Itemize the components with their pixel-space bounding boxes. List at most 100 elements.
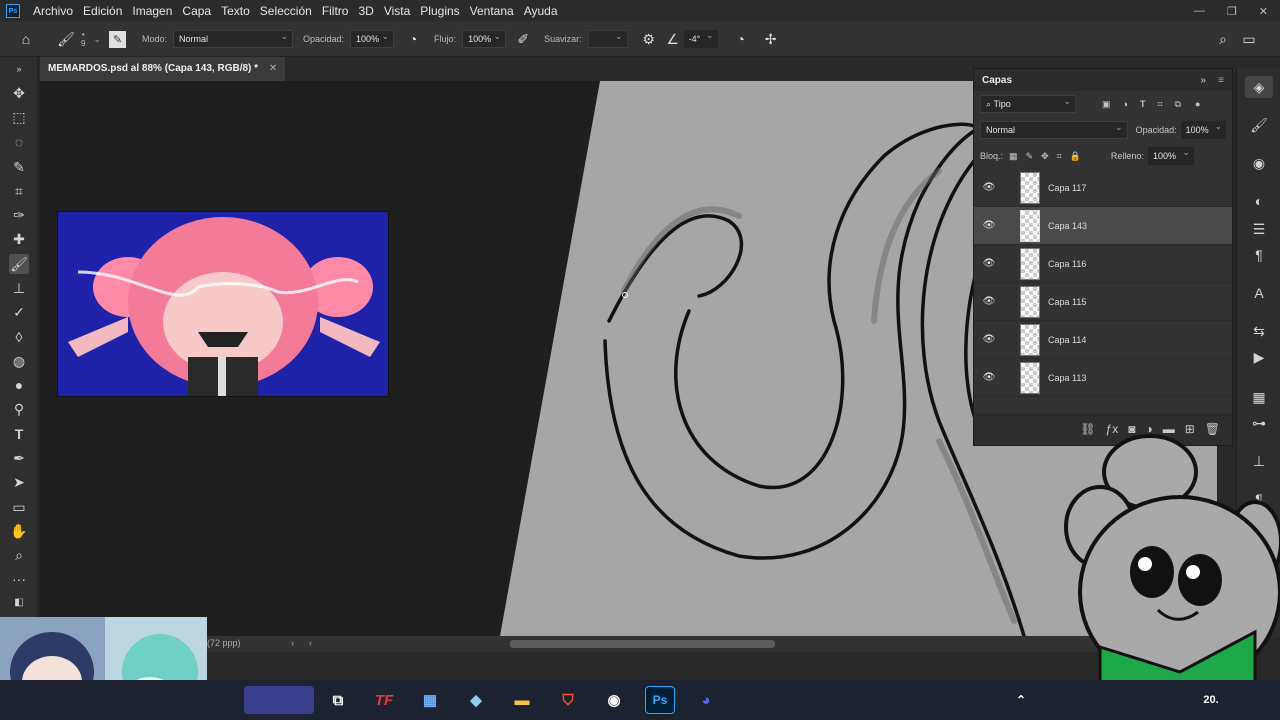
healing-icon[interactable]: ✚ — [9, 229, 29, 249]
eye-icon[interactable]: 👁 — [982, 220, 996, 231]
home-icon[interactable]: ⌂ — [15, 28, 37, 50]
eyedropper-icon[interactable]: ✑ — [9, 205, 29, 225]
close-tab-icon[interactable]: ✕ — [269, 63, 277, 74]
app-tile-icon[interactable]: ◆ — [461, 686, 491, 714]
more-icon[interactable]: ··· — [9, 569, 29, 589]
airbrush-icon[interactable]: ✐ — [512, 28, 534, 50]
restore-icon[interactable]: ❐ — [1227, 5, 1237, 18]
properties-panel-icon[interactable]: ☰ — [1245, 218, 1273, 240]
layer-row[interactable]: 👁 Capa 113 — [974, 359, 1232, 397]
search-icon[interactable]: ⌕ — [1212, 28, 1234, 50]
layers-panel-icon[interactable]: ◈ — [1245, 76, 1273, 98]
channels-panel-icon[interactable]: ⊶ — [1245, 412, 1273, 434]
play-icon[interactable]: ▶ — [1245, 346, 1273, 368]
fill-input[interactable]: 100% — [1147, 147, 1194, 165]
task-view-icon[interactable]: ⧉ — [323, 686, 353, 714]
obs-icon[interactable]: ◉ — [599, 686, 629, 714]
lock-transparent-icon[interactable]: ▦ — [1009, 151, 1018, 162]
expand-icon[interactable]: » — [9, 59, 29, 79]
menu-3d[interactable]: 3D — [353, 0, 378, 22]
folder-icon[interactable]: ▬ — [507, 686, 537, 714]
flow-input[interactable]: 100% — [462, 30, 507, 48]
workspace-icon[interactable]: ▭ — [1238, 28, 1260, 50]
minimize-icon[interactable]: — — [1194, 5, 1205, 17]
hand-icon[interactable]: ✋ — [9, 521, 29, 541]
mode-select[interactable]: Normal — [173, 30, 294, 48]
clock[interactable]: 20. — [1196, 686, 1226, 714]
menu-plugins[interactable]: Plugins — [415, 0, 464, 22]
blend-mode-select[interactable]: Normal — [980, 121, 1128, 139]
pen-icon[interactable]: ✒ — [9, 448, 29, 468]
pressure-size-icon[interactable]: ◔ — [730, 28, 752, 50]
tf-app-icon[interactable]: TF — [369, 686, 399, 714]
layer-row[interactable]: 👁 Capa 143 — [974, 207, 1232, 245]
scroll-left-icon[interactable]: ‹ — [309, 638, 312, 648]
lock-pixels-icon[interactable]: ✎ — [1026, 151, 1034, 162]
menu-ventana[interactable]: Ventana — [465, 0, 519, 22]
angle-input[interactable]: -4° — [683, 30, 718, 48]
menu-ayuda[interactable]: Ayuda — [519, 0, 563, 22]
photoshop-taskbar-icon[interactable]: Ps — [645, 686, 675, 714]
layer-row[interactable]: 👁 Capa 115 — [974, 283, 1232, 321]
menu-imagen[interactable]: Imagen — [127, 0, 177, 22]
type-filter-icon[interactable]: T — [1140, 99, 1146, 109]
brave-browser-icon[interactable]: ⛉ — [553, 686, 583, 714]
brush-icon[interactable]: 🖌 — [9, 254, 29, 274]
lock-all-icon[interactable]: 🔒 — [1070, 151, 1081, 162]
brush-tool-preset-icon[interactable]: 🖌 — [55, 28, 77, 50]
color-panel-icon[interactable]: ◉ — [1245, 152, 1273, 174]
filter-toggle-icon[interactable]: ● — [1195, 99, 1200, 109]
marquee-icon[interactable]: ⬚ — [9, 107, 29, 127]
horizontal-scrollbar[interactable] — [510, 640, 775, 648]
dodge-icon[interactable]: ⚲ — [9, 399, 29, 419]
smart-object-filter-icon[interactable]: ⧉ — [1175, 99, 1181, 110]
brush-size-picker[interactable]: • 9 — [81, 30, 85, 48]
rectangle-icon[interactable]: ▭ — [9, 497, 29, 517]
lasso-icon[interactable]: ◌ — [9, 132, 29, 152]
menu-archivo[interactable]: Archivo — [28, 0, 78, 22]
discord-icon[interactable]: ◕ — [691, 686, 721, 714]
quick-select-icon[interactable]: ✎ — [9, 157, 29, 177]
path-select-icon[interactable]: ➤ — [9, 472, 29, 492]
eye-icon[interactable]: 👁 — [982, 334, 996, 345]
close-icon[interactable]: ✕ — [1259, 5, 1268, 18]
blur-icon[interactable]: ● — [9, 375, 29, 395]
brush-settings-icon[interactable]: ✎ — [109, 30, 126, 48]
layers-panel-title[interactable]: Capas — [982, 75, 1012, 86]
zoom-icon[interactable]: ⌕ — [9, 545, 29, 565]
adjustment-filter-icon[interactable]: ◑ — [1123, 99, 1128, 109]
opacity-input[interactable]: 100% — [350, 30, 395, 48]
eye-icon[interactable]: 👁 — [982, 182, 996, 193]
stamp-icon[interactable]: ⊥ — [9, 278, 29, 298]
symmetry-icon[interactable]: ✢ — [760, 28, 782, 50]
menu-vista[interactable]: Vista — [379, 0, 415, 22]
menu-capa[interactable]: Capa — [177, 0, 216, 22]
layer-row[interactable]: 👁 Capa 114 — [974, 321, 1232, 359]
actions-panel-icon[interactable]: ⇆ — [1245, 320, 1273, 342]
color-swatches-icon[interactable]: ◧ — [9, 593, 29, 613]
chevron-up-icon[interactable]: ⌃ — [1006, 686, 1036, 714]
brushes-panel-icon[interactable]: 🖌 — [1245, 114, 1273, 136]
lock-position-icon[interactable]: ✥ — [1041, 151, 1049, 162]
panel-menu-icon[interactable]: ≡ — [1218, 75, 1224, 86]
document-tab[interactable]: MEMARDOS.psd al 88% (Capa 143, RGB/8) * … — [40, 57, 286, 81]
type-icon[interactable]: T — [9, 424, 29, 444]
layer-row[interactable]: 👁 Capa 116 — [974, 245, 1232, 283]
character-panel-icon[interactable]: A — [1245, 282, 1273, 304]
eye-icon[interactable]: 👁 — [982, 372, 996, 383]
shape-filter-icon[interactable]: ⌗ — [1157, 99, 1162, 110]
menu-seleccion[interactable]: Selección — [255, 0, 317, 22]
gear-icon[interactable]: ⚙ — [638, 28, 660, 50]
move-icon[interactable]: ✥ — [9, 83, 29, 103]
bucket-icon[interactable]: ◍ — [9, 351, 29, 371]
status-arrow-icon[interactable]: › — [291, 638, 294, 648]
smoothing-input[interactable] — [587, 30, 628, 48]
crop-icon[interactable]: ⌗ — [9, 181, 29, 201]
paragraph-panel-icon[interactable]: ¶ — [1245, 244, 1273, 266]
pixel-filter-icon[interactable]: ▣ — [1102, 99, 1111, 110]
adjustments-panel-icon[interactable]: ◐ — [1245, 190, 1273, 212]
eye-icon[interactable]: 👁 — [982, 258, 996, 269]
pressure-opacity-icon[interactable]: ◔ — [402, 28, 424, 50]
eraser-icon[interactable]: ◊ — [9, 327, 29, 347]
eye-icon[interactable]: 👁 — [982, 296, 996, 307]
